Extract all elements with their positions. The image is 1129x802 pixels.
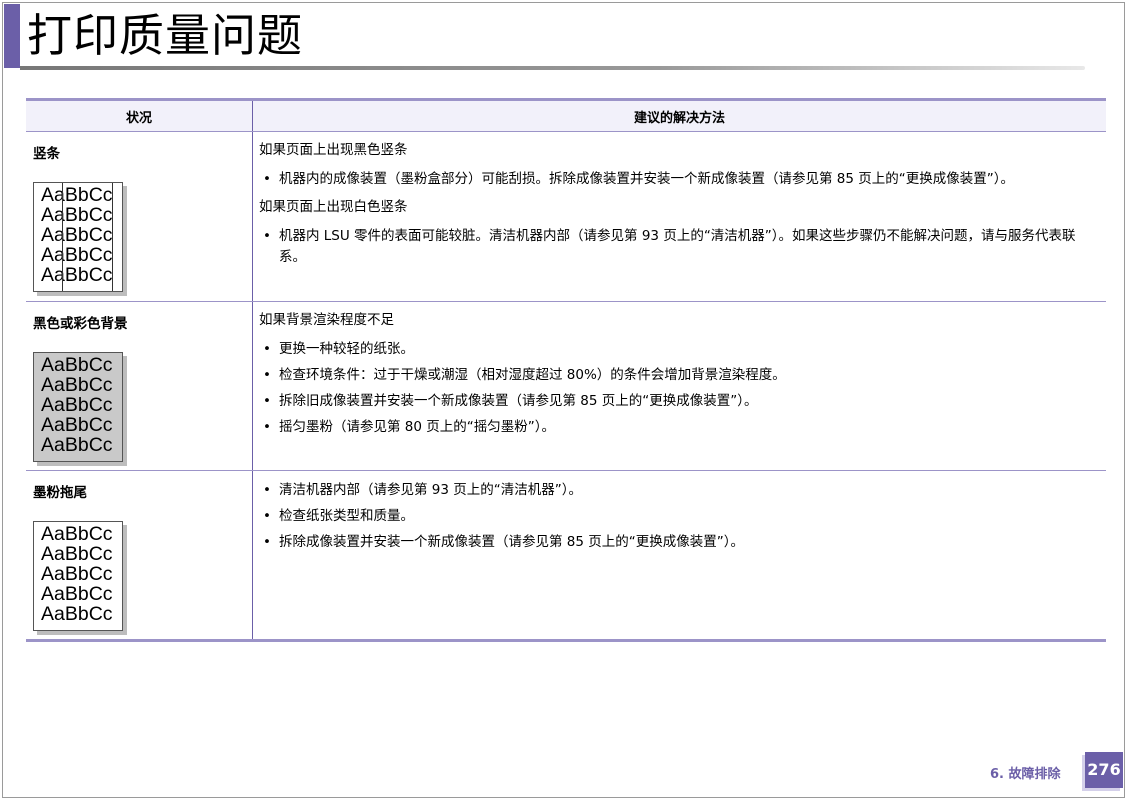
solution-item: 更换一种较轻的纸张。 bbox=[259, 339, 1096, 360]
sample-line: AaBbCc bbox=[41, 603, 113, 625]
table-row: 竖条 AaBbCc AaBbCc AaBbCc AaBbCc AaBbCc 如果… bbox=[26, 131, 1106, 302]
sample-line: AaBbCc bbox=[41, 374, 113, 396]
solution-list: 清洁机器内部（请参见第 93 页上的“清洁机器”）。 检查纸张类型和质量。 拆除… bbox=[259, 480, 1096, 553]
condition-cell: 墨粉拖尾 AaBbCc AaBbCc AaBbCc AaBbCc AaBbCc bbox=[26, 470, 253, 642]
sample-line: AaBbCc bbox=[41, 224, 113, 246]
condition-label: 竖条 bbox=[33, 146, 60, 162]
page-title: 打印质量问题 bbox=[27, 9, 304, 62]
solution-item: 检查纸张类型和质量。 bbox=[259, 506, 1096, 527]
streak-line bbox=[62, 183, 63, 291]
solution-list: 更换一种较轻的纸张。 检查环境条件：过于干燥或潮湿（相对湿度超过 80%）的条件… bbox=[259, 339, 1096, 438]
toner-smear-sample-image: AaBbCc AaBbCc AaBbCc AaBbCc AaBbCc bbox=[33, 521, 123, 631]
condition-label: 黑色或彩色背景 bbox=[33, 316, 128, 332]
solution-item: 拆除旧成像装置并安装一个新成像装置（请参见第 85 页上的“更换成像装置”）。 bbox=[259, 391, 1096, 412]
sample-line: AaBbCc bbox=[41, 583, 113, 605]
sample-line: AaBbCc bbox=[41, 204, 113, 226]
condition-cell: 黑色或彩色背景 AaBbCc AaBbCc AaBbCc AaBbCc AaBb… bbox=[26, 301, 253, 471]
solution-intro: 如果背景渲染程度不足 bbox=[259, 312, 394, 328]
sample-line: AaBbCc bbox=[41, 244, 113, 266]
issues-table: 状况 建议的解决方法 竖条 AaBbCc AaBbCc AaBbCc AaBbC… bbox=[26, 98, 1106, 642]
solution-cell: 如果背景渲染程度不足 更换一种较轻的纸张。 检查环境条件：过于干燥或潮湿（相对湿… bbox=[252, 301, 1106, 471]
solution-list: 机器内 LSU 零件的表面可能较脏。清洁机器内部（请参见第 93 页上的“清洁机… bbox=[259, 226, 1096, 268]
solution-item: 清洁机器内部（请参见第 93 页上的“清洁机器”）。 bbox=[259, 480, 1096, 501]
header-condition: 状况 bbox=[26, 98, 253, 132]
background-sample-image: AaBbCc AaBbCc AaBbCc AaBbCc AaBbCc bbox=[33, 352, 123, 462]
solution-list: 机器内的成像装置（墨粉盒部分）可能刮损。拆除成像装置并安装一个新成像装置（请参见… bbox=[259, 169, 1096, 190]
sample-line: AaBbCc bbox=[41, 543, 113, 565]
sample-line: AaBbCc bbox=[41, 184, 113, 206]
table-row: 黑色或彩色背景 AaBbCc AaBbCc AaBbCc AaBbCc AaBb… bbox=[26, 301, 1106, 471]
condition-cell: 竖条 AaBbCc AaBbCc AaBbCc AaBbCc AaBbCc bbox=[26, 131, 253, 302]
table-row: 墨粉拖尾 AaBbCc AaBbCc AaBbCc AaBbCc AaBbCc … bbox=[26, 470, 1106, 642]
solution-intro: 如果页面上出现白色竖条 bbox=[259, 199, 408, 215]
table-header-row: 状况 建议的解决方法 bbox=[26, 98, 1106, 132]
sample-line: AaBbCc bbox=[41, 434, 113, 456]
solution-item: 拆除成像装置并安装一个新成像装置（请参见第 85 页上的“更换成像装置”）。 bbox=[259, 532, 1096, 553]
streak-line bbox=[112, 183, 113, 291]
solution-item: 摇匀墨粉（请参见第 80 页上的“摇匀墨粉”）。 bbox=[259, 417, 1096, 438]
sample-line: AaBbCc bbox=[41, 354, 113, 376]
solution-item: 机器内的成像装置（墨粉盒部分）可能刮损。拆除成像装置并安装一个新成像装置（请参见… bbox=[259, 169, 1096, 190]
header-solution: 建议的解决方法 bbox=[252, 98, 1106, 132]
sample-line: AaBbCc bbox=[41, 523, 113, 545]
solution-item: 检查环境条件：过于干燥或潮湿（相对湿度超过 80%）的条件会增加背景渲染程度。 bbox=[259, 365, 1096, 386]
page-number: 276 bbox=[1085, 752, 1123, 788]
sample-line: AaBbCc bbox=[41, 414, 113, 436]
sample-line: AaBbCc bbox=[41, 264, 113, 286]
condition-label: 墨粉拖尾 bbox=[33, 485, 87, 501]
chapter-label: 6. 故障排除 bbox=[990, 767, 1061, 782]
solution-item: 机器内 LSU 零件的表面可能较脏。清洁机器内部（请参见第 93 页上的“清洁机… bbox=[259, 226, 1096, 268]
vertical-streaks-sample-image: AaBbCc AaBbCc AaBbCc AaBbCc AaBbCc bbox=[33, 182, 123, 292]
title-underline bbox=[20, 66, 1085, 70]
title-accent-bar bbox=[4, 4, 20, 68]
sample-line: AaBbCc bbox=[41, 394, 113, 416]
solution-cell: 如果页面上出现黑色竖条 机器内的成像装置（墨粉盒部分）可能刮损。拆除成像装置并安… bbox=[252, 131, 1106, 302]
sample-line: AaBbCc bbox=[41, 563, 113, 585]
solution-cell: 清洁机器内部（请参见第 93 页上的“清洁机器”）。 检查纸张类型和质量。 拆除… bbox=[252, 470, 1106, 642]
solution-intro: 如果页面上出现黑色竖条 bbox=[259, 142, 408, 158]
